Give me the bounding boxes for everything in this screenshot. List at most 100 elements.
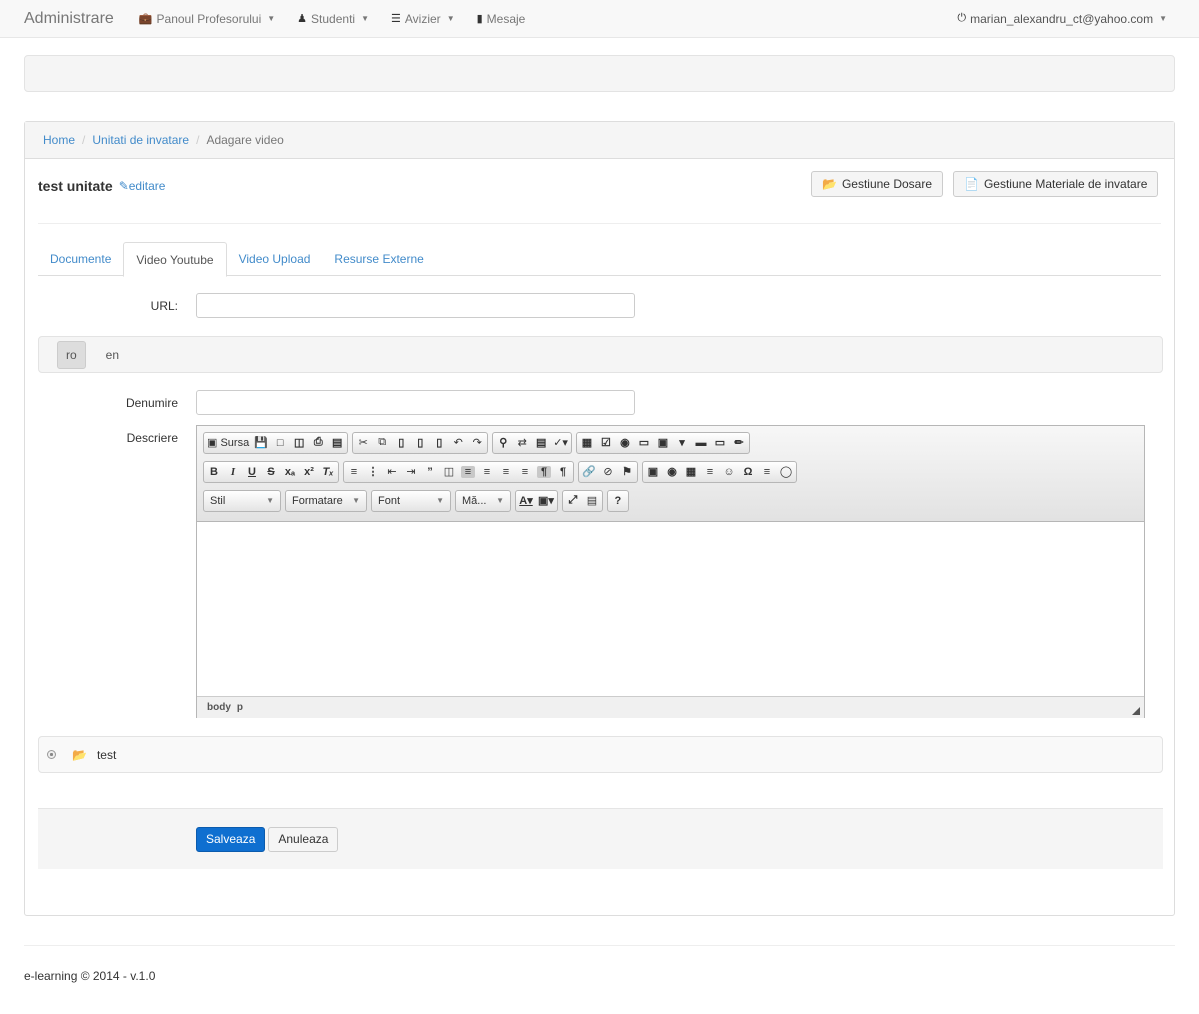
edit-link[interactable]: ✎editare [119, 179, 166, 193]
horizontal-rule-icon[interactable]: ≡ [703, 466, 717, 478]
numbered-list-icon[interactable]: ≡ [347, 466, 361, 478]
tab-documente[interactable]: Documente [38, 242, 123, 276]
nav-mesaje[interactable]: ▮ Mesaje [477, 12, 526, 26]
brand[interactable]: Administrare [24, 10, 114, 28]
image-icon[interactable]: ▣ [646, 465, 660, 478]
about-icon[interactable]: ? [611, 495, 625, 507]
font-select[interactable]: Font ▼ [371, 489, 451, 512]
italic-icon[interactable]: I [226, 466, 240, 478]
flash-icon[interactable]: ◉ [665, 465, 679, 478]
image-button-icon[interactable]: ▭ [713, 436, 727, 449]
preview-icon[interactable]: ◫ [292, 436, 306, 449]
outdent-icon[interactable]: ⇤ [385, 465, 399, 478]
ltr-icon[interactable]: ¶ [537, 465, 551, 478]
undo-icon[interactable]: ↶ [451, 436, 465, 449]
select-icon[interactable]: ▾ [675, 436, 689, 449]
remove-format-icon[interactable]: Tₓ [321, 466, 335, 478]
bg-color-icon[interactable]: ▣▾ [538, 494, 554, 507]
subscript-icon[interactable]: xₐ [283, 466, 297, 478]
nav-label: Avizier [404, 11, 441, 26]
spellcheck-icon[interactable]: ✓▾ [553, 436, 568, 449]
paste-word-icon[interactable]: ▯ [432, 436, 446, 449]
folders-button[interactable]: 📂 Gestiune Dosare [811, 171, 943, 197]
path-p[interactable]: p [237, 702, 243, 713]
breadcrumb-units[interactable]: Unitati de invatare [92, 133, 189, 147]
bulleted-list-icon[interactable]: ⋮ [366, 465, 380, 478]
underline-icon[interactable]: U [245, 466, 259, 478]
replace-icon[interactable]: ⇄ [515, 436, 529, 449]
breadcrumb-separator: / [196, 133, 200, 147]
cut-icon[interactable]: ✂ [356, 436, 370, 449]
hidden-field-icon[interactable]: ✏ [732, 436, 746, 449]
templates-icon[interactable]: ▤ [330, 436, 344, 449]
tab-resurse-externe[interactable]: Resurse Externe [322, 242, 435, 276]
iframe-icon[interactable]: ◯ [779, 465, 793, 478]
caret-down-icon: ▼ [436, 496, 444, 505]
anchor-icon[interactable]: ⚑ [620, 465, 634, 478]
indent-icon[interactable]: ⇥ [404, 465, 418, 478]
form-icon[interactable]: ▦ [580, 436, 594, 449]
user-menu[interactable]: ⏻ marian_alexandru_ct@yahoo.com ▼ [957, 12, 1167, 26]
link-icon[interactable]: 🔗 [582, 465, 596, 478]
nav-label: Studenti [311, 11, 356, 26]
breadcrumb-home[interactable]: Home [43, 133, 75, 147]
copy-icon[interactable]: ⧉ [375, 436, 389, 449]
nav-studenti[interactable]: ♟ Studenti ▼ [297, 12, 369, 26]
strike-icon[interactable]: S [264, 466, 278, 478]
align-right-icon[interactable]: ≡ [499, 466, 513, 478]
paste-text-icon[interactable]: ▯ [413, 436, 427, 449]
materials-button[interactable]: 📄 Gestiune Materiale de invatare [953, 171, 1159, 197]
path-body[interactable]: body [207, 702, 231, 713]
maximize-icon[interactable]: ⤢ [566, 494, 580, 507]
align-center-icon[interactable]: ≡ [480, 466, 494, 478]
save-button[interactable]: Salveaza [196, 826, 266, 852]
nav-avizier[interactable]: ☰ Avizier ▼ [391, 12, 455, 26]
show-blocks-icon[interactable]: ▤ [585, 494, 599, 507]
save-icon[interactable]: 💾 [254, 436, 268, 449]
url-input[interactable] [196, 293, 635, 318]
button-icon[interactable]: ▬ [694, 437, 708, 449]
page-break-icon[interactable]: ≡ [760, 466, 774, 478]
table-icon[interactable]: ▦ [684, 465, 698, 478]
blockquote-icon[interactable]: ” [423, 466, 437, 478]
format-select[interactable]: Formatare ▼ [285, 489, 367, 512]
size-select[interactable]: Mă... ▼ [455, 489, 511, 512]
folder-radio[interactable] [47, 750, 56, 759]
lang-ro[interactable]: ro [57, 340, 86, 369]
select-all-icon[interactable]: ▤ [534, 436, 548, 449]
style-select-label: Stil [210, 494, 226, 507]
textfield-icon[interactable]: ▭ [637, 436, 651, 449]
toolbar-tools-group: ⤢ ▤ [561, 489, 603, 512]
source-button[interactable]: ▣ Sursa [207, 436, 249, 449]
align-left-icon[interactable]: ≡ [461, 465, 475, 478]
align-justify-icon[interactable]: ≡ [518, 466, 532, 478]
tab-video-youtube[interactable]: Video Youtube [123, 242, 227, 277]
radio-icon[interactable]: ◉ [618, 436, 632, 449]
caret-down-icon: ▼ [361, 14, 370, 23]
unlink-icon[interactable]: ⊘ [601, 465, 615, 478]
smiley-icon[interactable]: ☺ [722, 466, 736, 478]
creatediv-icon[interactable]: ◫ [442, 465, 456, 478]
print-icon[interactable]: ⎙ [311, 436, 325, 449]
tab-video-upload[interactable]: Video Upload [227, 242, 323, 276]
editor-content-area[interactable] [197, 522, 1144, 696]
checkbox-icon[interactable]: ☑ [599, 436, 613, 449]
bold-icon[interactable]: B [207, 466, 221, 478]
redo-icon[interactable]: ↷ [470, 436, 484, 449]
caret-down-icon: ▼ [496, 496, 504, 505]
new-page-icon[interactable]: □ [273, 437, 287, 449]
cancel-button[interactable]: Anuleaza [268, 826, 339, 852]
unit-title: test unitate ✎editare [38, 178, 165, 194]
find-icon[interactable]: ⚲ [496, 436, 510, 449]
resize-handle-icon[interactable] [1132, 707, 1140, 715]
paste-icon[interactable]: ▯ [394, 436, 408, 449]
name-input[interactable] [196, 390, 635, 415]
superscript-icon[interactable]: x² [302, 466, 316, 478]
lang-en[interactable]: en [98, 342, 127, 368]
textarea-icon[interactable]: ▣ [656, 436, 670, 449]
rtl-icon[interactable]: ¶ [556, 466, 570, 478]
special-char-icon[interactable]: Ω [741, 466, 755, 478]
text-color-icon[interactable]: A▾ [519, 494, 533, 507]
nav-panoul-profesorului[interactable]: 💼 Panoul Profesorului ▼ [139, 12, 275, 26]
style-select[interactable]: Stil ▼ [203, 489, 281, 512]
